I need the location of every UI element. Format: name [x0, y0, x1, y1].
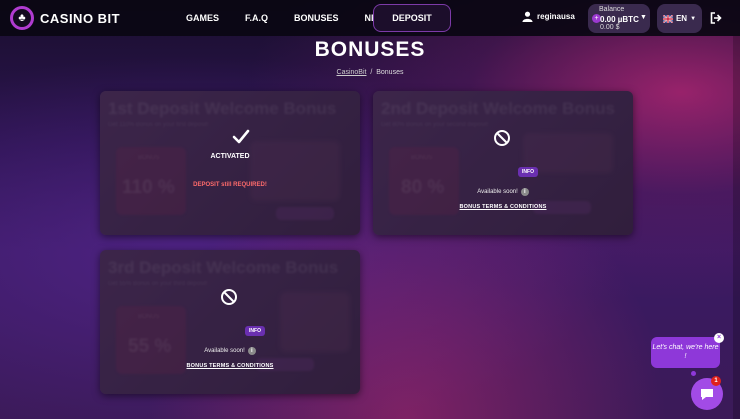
chat-icon: [701, 388, 713, 400]
chat-bubble-tail: [691, 371, 696, 376]
blocked-icon: [494, 130, 510, 146]
breadcrumb-separator: /: [370, 69, 373, 76]
balance-selector[interactable]: + Balance 0.00 µBTC 0.00 $ ▼: [588, 4, 650, 33]
blocked-icon: [221, 289, 237, 305]
language-code: EN: [675, 14, 688, 23]
info-icon[interactable]: i: [520, 188, 529, 196]
nav-faq[interactable]: F.A.Q: [245, 13, 268, 23]
card-status: INFO Available soon! i BONUS TERMS & CON…: [100, 288, 360, 369]
top-bar: ♣ CASINO BIT GAMES F.A.Q BONUSES NEWS DE…: [0, 0, 740, 36]
chevron-down-icon: ▼: [690, 15, 697, 22]
language-selector[interactable]: EN ▼: [657, 4, 702, 33]
chat-invite-bubble[interactable]: Let's chat, we're here !: [651, 337, 720, 368]
checkmark-icon: [232, 129, 250, 144]
chevron-down-icon: ▼: [640, 14, 647, 21]
nav-games[interactable]: GAMES: [186, 13, 219, 23]
card-status: INFO Available soon! i BONUS TERMS & CON…: [373, 129, 633, 210]
balance-label: Balance: [599, 6, 625, 13]
club-icon: ♣: [10, 6, 34, 30]
activated-label: ACTIVATED: [210, 153, 250, 160]
breadcrumb-current: Bonuses: [376, 69, 404, 76]
bonus-terms-link[interactable]: BONUS TERMS & CONDITIONS: [373, 204, 633, 210]
info-icon[interactable]: i: [247, 347, 256, 355]
breadcrumb-home[interactable]: CasinoBit: [337, 69, 367, 76]
available-soon-text: Available soon!: [204, 348, 245, 354]
logo[interactable]: ♣ CASINO BIT: [10, 6, 120, 30]
close-icon[interactable]: ×: [714, 333, 724, 343]
available-soon-text: Available soon!: [477, 189, 518, 195]
uk-flag-icon: [662, 14, 673, 23]
card-status: ACTIVATED DEPOSIT still REQUIRED!: [100, 129, 360, 188]
user-menu[interactable]: reginausa: [522, 11, 575, 22]
bonus-terms-link[interactable]: BONUS TERMS & CONDITIONS: [100, 363, 360, 369]
logout-icon[interactable]: [710, 12, 722, 24]
available-soon: Available soon! i: [204, 347, 256, 355]
username: reginausa: [537, 12, 575, 21]
logo-text: CASINO BIT: [40, 10, 121, 26]
bonus-card-1: 1st Deposit Welcome Bonus Get 110% Bonus…: [100, 91, 360, 235]
nav-bonuses[interactable]: BONUSES: [294, 13, 339, 23]
breadcrumb: CasinoBit / Bonuses: [0, 69, 740, 76]
balance-usd: 0.00 $: [600, 24, 620, 31]
available-soon: Available soon! i: [477, 188, 529, 196]
balance-btc: 0.00 µBTC: [600, 15, 639, 24]
info-badge[interactable]: INFO: [245, 326, 265, 336]
user-icon: [522, 11, 533, 22]
scrollbar[interactable]: [733, 36, 740, 419]
bonus-card-2: 2nd Deposit Welcome Bonus Get 80% Bonus …: [373, 91, 633, 235]
bonus-card-3: 3rd Deposit Welcome Bonus Get 55% Bonus …: [100, 250, 360, 394]
deposit-required-warning: DEPOSIT still REQUIRED!: [193, 182, 267, 188]
info-badge[interactable]: INFO: [518, 167, 538, 177]
page-title: BONUSES: [314, 38, 426, 61]
unread-count-badge: 1: [711, 376, 721, 386]
deposit-button[interactable]: DEPOSIT: [373, 4, 451, 32]
